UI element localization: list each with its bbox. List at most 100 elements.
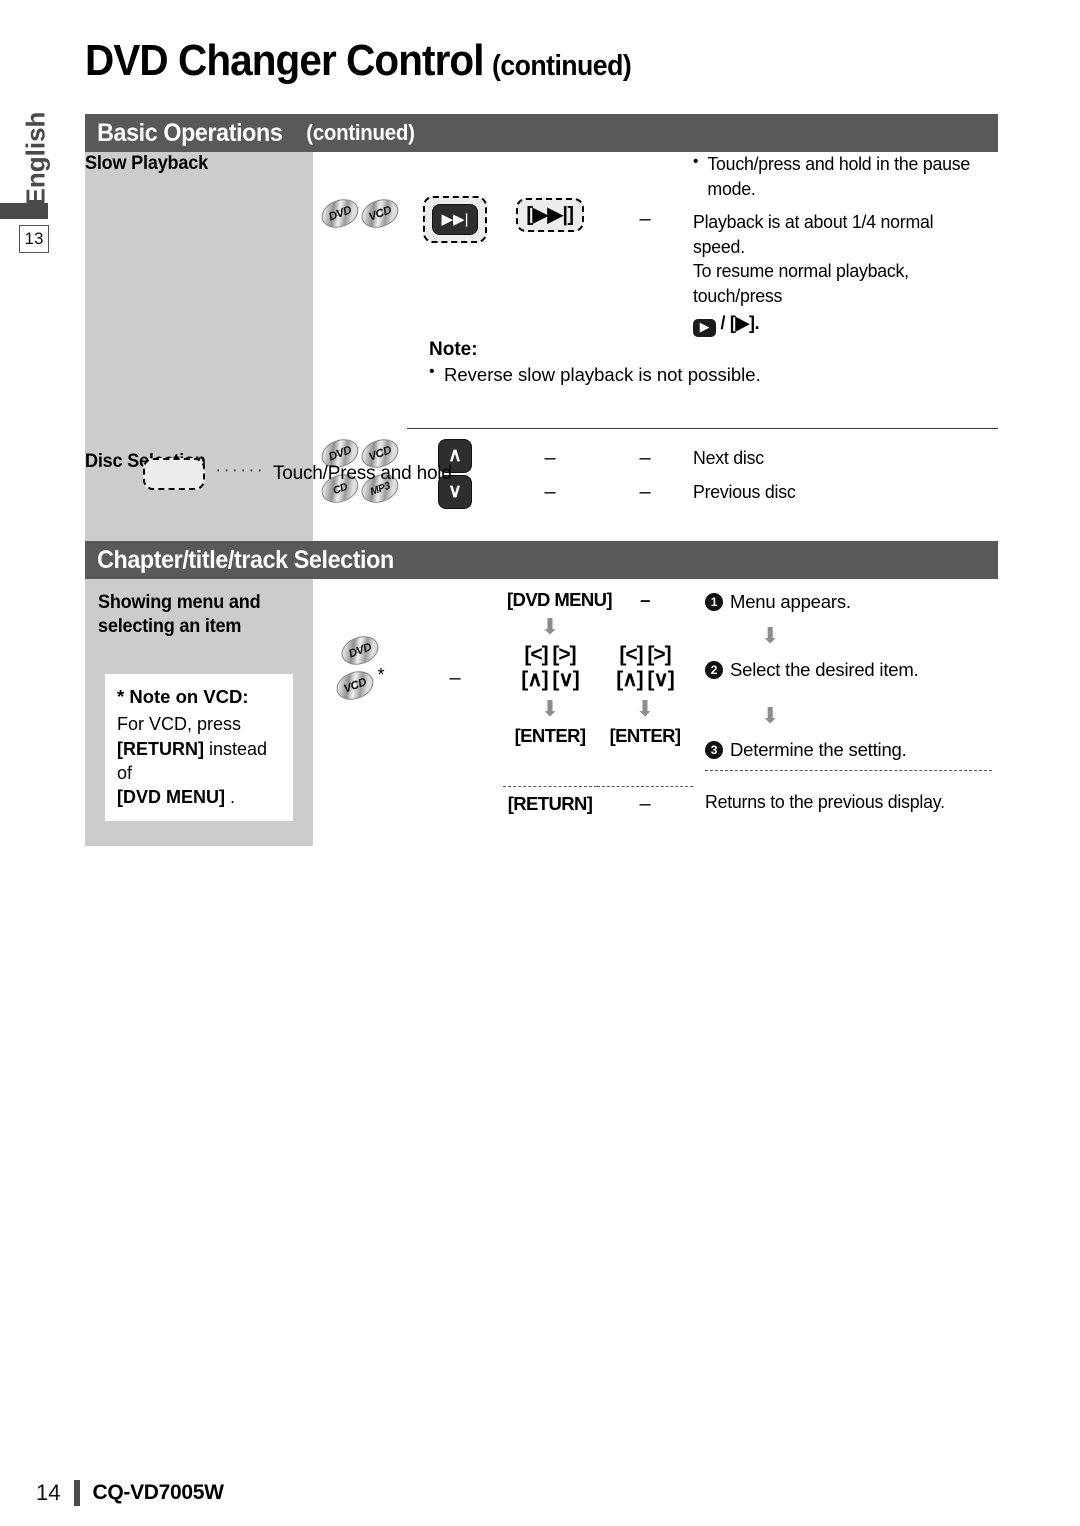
disc-icon-dvd: DVD	[337, 631, 383, 670]
dash-placeholder: –	[544, 446, 556, 469]
step-text: Menu appears.	[730, 591, 851, 612]
remote-fast-forward-key[interactable]: [▶▶|]	[526, 204, 574, 226]
section-header-chapter-selection: Chapter/title/track Selection	[85, 541, 998, 579]
dash-placeholder: –	[544, 480, 556, 503]
remote-enter-key[interactable]: [ENTER]	[601, 725, 689, 747]
direction-keys-updown[interactable]: [∧] [∨]	[507, 668, 593, 693]
vcd-note-line1: For VCD, press	[117, 714, 242, 735]
table-row-slow-playback: Slow Playback DVD VCD ▶▶| [▶▶|] – • Touc…	[85, 151, 998, 428]
legend-dots: ······	[215, 460, 265, 481]
cell-next-disc-col2: –	[503, 428, 597, 473]
legend-dashed-box-icon	[143, 458, 205, 490]
step-item-1: 1 Menu appears.	[705, 591, 992, 613]
page-footer: 14 CQ-VD7005W	[36, 1480, 224, 1506]
enter-key[interactable]: [ENTER]	[507, 725, 593, 747]
step-item-2: 2 Select the desired item.	[705, 659, 992, 681]
divider-dashed	[705, 770, 992, 771]
return-key[interactable]: [RETURN]	[503, 793, 597, 815]
remote-direction-keys-updown[interactable]: [∧] [∨]	[601, 668, 689, 693]
dash-placeholder: –	[449, 667, 461, 689]
note-body: Reverse slow playback is not possible.	[429, 363, 998, 386]
section-title-basic: Basic Operations	[97, 118, 283, 147]
cell-slow-playback-col3: –	[597, 152, 693, 337]
play-button-icon: ▶	[693, 318, 716, 337]
cell-showing-menu-label: Showing menu and selecting an item * Not…	[85, 579, 313, 846]
section-suffix-basic: (continued)	[306, 120, 416, 145]
legend-text: Touch/Press and hold	[272, 463, 452, 484]
footer-model-name: CQ-VD7005W	[92, 1481, 224, 1504]
fast-forward-button-icon[interactable]: ▶▶|	[431, 204, 479, 235]
cell-flow-column-remote: – [<] [>] [∧] [∨] ⬇ [ENTER]	[597, 579, 693, 786]
section-title-chapter: Chapter/title/track Selection	[97, 545, 394, 574]
step-item-3: 3 Determine the setting.	[705, 739, 992, 761]
cell-next-disc-description: Next disc	[693, 428, 998, 473]
cell-slow-playback-touch-button: ▶▶|	[407, 152, 503, 337]
dash-placeholder: –	[639, 208, 651, 230]
cell-slow-playback-discs: DVD VCD	[313, 152, 407, 337]
dash-placeholder: –	[639, 792, 651, 815]
slow-playback-label: Slow Playback	[85, 153, 208, 174]
direction-keys-lr[interactable]: [<] [>]	[507, 643, 593, 668]
previous-disc-description: Previous disc	[693, 480, 796, 502]
vcd-note-dvdmenu-key: [DVD MENU]	[117, 786, 225, 807]
vcd-footnote-asterisk: *	[377, 665, 385, 685]
cell-return-description: Returns to the previous display.	[693, 786, 998, 846]
cell-flow-column-touchpanel: [DVD MENU] ⬇ [<] [>] [∧] [∨] ⬇ [ENTER]	[503, 579, 613, 786]
left-sidebar: English 13	[0, 0, 62, 1526]
dash-placeholder: –	[639, 480, 651, 503]
flow-arrow-icon: ⬇	[635, 695, 655, 721]
step-number-badge: 2	[705, 661, 723, 679]
table-row-showing-menu: Showing menu and selecting an item * Not…	[85, 579, 998, 846]
slow-playback-line2: To resume normal playback, touch/press	[693, 260, 909, 306]
slow-playback-line1: Playback is at about 1/4 normal speed.	[693, 211, 934, 257]
flow-arrow-icon: ⬇	[761, 623, 780, 648]
page-title: DVD Changer Control (continued)	[85, 36, 644, 86]
legend-touch-press-hold: ······ Touch/Press and hold	[143, 458, 452, 490]
cell-slow-playback-note: Note: Reverse slow playback is not possi…	[407, 336, 998, 429]
footer-divider	[74, 1480, 81, 1506]
slow-playback-bullet: Touch/press and hold in the pause mode.	[693, 151, 986, 201]
disc-icon-dvd: DVD	[317, 194, 363, 233]
next-disc-description: Next disc	[693, 446, 764, 468]
remote-direction-keys-lr[interactable]: [<] [>]	[601, 643, 689, 668]
dvd-menu-key[interactable]: [DVD MENU]	[507, 589, 613, 611]
cell-note-spacer-disc	[313, 337, 407, 429]
vcd-note-title: * Note on VCD:	[117, 685, 249, 707]
cell-prev-disc-col2: –	[503, 473, 597, 509]
return-description: Returns to the previous display.	[705, 791, 945, 812]
flow-arrow-icon: ⬇	[761, 703, 780, 728]
cell-return-key: [RETURN]	[503, 785, 597, 846]
cell-return-col2: –	[597, 785, 693, 846]
touch-hold-wrapper-fastforward[interactable]: ▶▶|	[422, 196, 488, 243]
vcd-note-return-key: [RETURN]	[117, 738, 204, 759]
chapter-selection-table: Showing menu and selecting an item * Not…	[85, 579, 998, 846]
cell-slow-playback-label: Slow Playback	[85, 152, 313, 428]
language-tab: English	[14, 98, 58, 218]
cell-chapter-discs: DVD VCD *	[313, 579, 407, 846]
dash-placeholder: –	[640, 589, 650, 610]
play-key-bracket: / [▶].	[720, 311, 760, 333]
vcd-note-mid2: .	[225, 786, 236, 807]
step-text: Select the desired item.	[730, 659, 919, 680]
footer-page-number: 14	[36, 1480, 61, 1505]
step-number-badge: 3	[705, 741, 723, 759]
basic-operations-table: Slow Playback DVD VCD ▶▶| [▶▶|] – • Touc…	[85, 151, 998, 551]
cell-next-disc-col3: –	[597, 428, 693, 473]
step-number-badge: 1	[705, 593, 723, 611]
touch-hold-wrapper-remote-fastforward[interactable]: [▶▶|]	[516, 198, 584, 232]
note-title: Note:	[429, 338, 478, 360]
disc-icon-vcd: VCD	[333, 666, 378, 705]
section-header-basic-operations: Basic Operations (continued)	[85, 114, 998, 152]
page-title-main: DVD Changer Control	[85, 36, 484, 85]
sidebar-accent-bar	[0, 203, 48, 219]
dash-placeholder: –	[639, 446, 651, 469]
flow-arrow-icon: ⬇	[540, 614, 560, 639]
showing-menu-label: Showing menu and selecting an item	[98, 592, 261, 638]
cell-slow-playback-remote-key: [▶▶|]	[503, 152, 597, 337]
vcd-note-box: * Note on VCD: For VCD, press [RETURN] i…	[105, 673, 293, 821]
flow-arrow-icon: ⬇	[540, 695, 560, 721]
cell-prev-disc-description: Previous disc	[693, 473, 998, 509]
disc-icon-vcd: VCD	[357, 194, 403, 233]
cell-slow-playback-description: Touch/press and hold in the pause mode. …	[693, 151, 998, 337]
cell-chapter-dash: –	[407, 579, 503, 846]
